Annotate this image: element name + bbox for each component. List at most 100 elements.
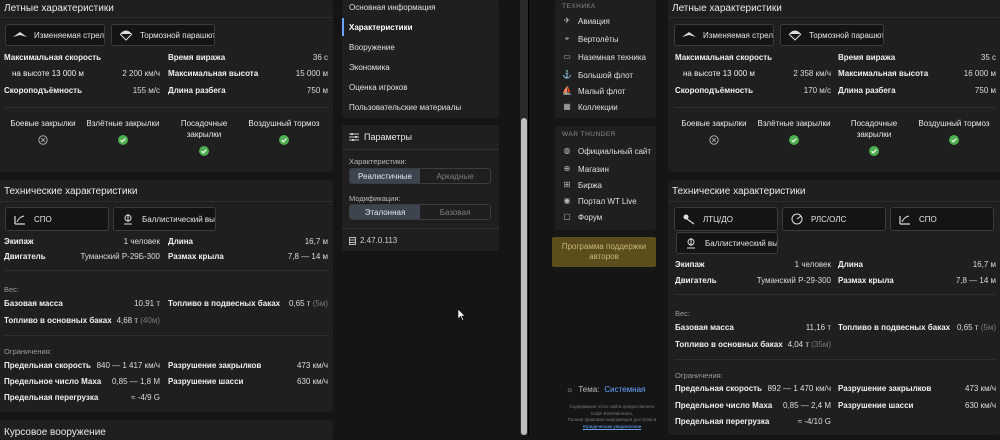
swept-wing-icon (681, 28, 697, 42)
database-icon (349, 236, 356, 245)
menu-rating[interactable]: Оценка игроков (349, 83, 408, 92)
menu-active-indicator (342, 18, 344, 36)
check-circle-icon (949, 135, 959, 145)
nav-coastal[interactable]: ⛵ Малый флот (562, 86, 625, 96)
right-row-alt: на высоте 13 000 м2 358 км/ч (683, 68, 831, 78)
left-row-maxalt: Максимальная высота 15 000 м (168, 68, 328, 78)
menu-characteristics[interactable]: Характеристики (349, 23, 413, 32)
left-next-title: Курсовое вооружение (4, 427, 106, 438)
left-row-gload: Предельная перегрузка ≈ -4/9 G (4, 392, 160, 402)
right-row-basemass: Базовая масса 11,16 т (675, 322, 831, 332)
right-row-podfuel: Топливо в подвесных баках 0,65 т (5м) (838, 322, 996, 332)
nav-market[interactable]: ⊞ Биржа (562, 180, 602, 190)
left-flight-title: Летные характеристики (0, 0, 333, 18)
left-row-maxspeed: Максимальная скорость (4, 52, 102, 62)
right-flight-title: Летные характеристики (668, 0, 1000, 18)
char-label: Характеристики: (349, 157, 407, 166)
theme-value[interactable]: Системная (604, 385, 645, 394)
char-segment[interactable]: Реалистичные Аркадные (349, 168, 491, 184)
opt-basic[interactable]: Базовая (420, 205, 490, 219)
nav-forum[interactable]: ▢ Форум (562, 212, 602, 222)
opt-reference[interactable]: Эталонная (350, 205, 420, 219)
mod-label: Модификация: (349, 194, 401, 203)
left-flap-airbrake: Воздушный тормоз (244, 118, 324, 145)
nav-wtlive[interactable]: ◉ Портал WT Live (562, 196, 637, 206)
right-tech-sep2 (674, 359, 996, 360)
theme-switcher[interactable]: ☼ Тема: Системная (566, 385, 645, 394)
menu-economy[interactable]: Экономика (349, 63, 390, 72)
legal-link[interactable]: Юридическом уведомлении (552, 424, 672, 431)
left-tech-sep1 (4, 270, 329, 271)
left-row-climb: Скороподъёмность 155 м/с (4, 85, 160, 95)
right-chip-parachute[interactable]: Тормозной парашют (780, 24, 884, 46)
params-header: Параметры (349, 132, 412, 142)
left-next-card: Курсовое вооружение (0, 420, 333, 440)
right-flap-landing: Посадочные закрылки (834, 118, 914, 156)
right-chip-ballistic[interactable]: Баллистический вы... (676, 232, 778, 254)
check-circle-icon (118, 135, 128, 145)
menu-user-content[interactable]: Пользовательские материалы (349, 103, 461, 112)
right-row-geardestr: Разрушение шасси 630 км/ч (838, 400, 996, 410)
right-flap-airbrake: Воздушный тормоз (914, 118, 994, 145)
left-row-basemass: Базовая масса 10,91 т (4, 298, 160, 308)
cross-circle-icon (709, 135, 719, 145)
menu-basic-info[interactable]: Основная информация (349, 3, 435, 12)
right-flap-takeoff: Взлётные закрылки (754, 118, 834, 145)
nav-official-site[interactable]: ◍ Официальный сайт (562, 146, 652, 156)
laser-rangefinder-icon (681, 212, 697, 226)
right-row-crew: Экипаж 1 человек (675, 259, 831, 269)
right-chip-variable-sweep[interactable]: Изменяемая стрел... (674, 24, 774, 46)
right-limits-header: Ограничения: (675, 371, 723, 380)
nav-collections[interactable]: ▦ Коллекции (562, 102, 618, 112)
right-tech-title: Технические характеристики (668, 180, 1000, 202)
live-icon: ◉ (563, 196, 571, 205)
left-flap-combat: Боевые закрылки (3, 118, 83, 145)
right-chip-laser[interactable]: ЛТЦ/ДО (674, 207, 778, 231)
left-row-flapdestr: Разрушение закрылков 473 км/ч (168, 360, 328, 370)
ballistic-computer-icon (683, 236, 699, 250)
mod-segment[interactable]: Эталонная Базовая (349, 204, 491, 220)
mouse-cursor-icon (457, 308, 466, 323)
left-flap-takeoff: Взлётные закрылки (83, 118, 163, 145)
nav-aviation[interactable]: ✈ Авиация (562, 16, 610, 26)
cart-icon: ⊕ (563, 164, 571, 173)
support-banner[interactable]: Программа поддержки авторов (552, 237, 656, 267)
left-chip-ballistic[interactable]: Баллистический вы... (113, 207, 216, 231)
anchor-icon: ⚓ (562, 70, 572, 79)
left-chip-parachute[interactable]: Тормозной парашют (111, 24, 215, 46)
right-chip-rwr[interactable]: СПО (890, 207, 994, 231)
left-row-wingspan: Размах крыла 7,8 — 14 м (168, 251, 328, 261)
collections-icon: ▦ (563, 102, 571, 111)
right-weight-header: Вес: (675, 309, 691, 318)
params-separator (342, 149, 499, 150)
left-row-mach: Предельное число Маха 0,85 — 1,8 М (4, 376, 160, 386)
menu-armament[interactable]: Вооружение (349, 43, 395, 52)
market-icon: ⊞ (563, 180, 571, 189)
right-row-turn: Время виража 35 с (838, 52, 996, 62)
nav-ground[interactable]: ▭ Наземная техника (562, 52, 646, 62)
tank-icon: ▭ (563, 52, 571, 61)
globe-icon: ◍ (563, 146, 571, 155)
theme-label: Тема: (578, 385, 600, 394)
ballistic-computer-icon (120, 212, 136, 226)
support-label: Программа поддержки авторов (561, 242, 647, 261)
opt-realistic[interactable]: Реалистичные (350, 169, 420, 183)
nav-shop[interactable]: ⊕ Магазин (562, 164, 609, 174)
scrollbar-thumb[interactable] (521, 118, 527, 435)
left-chip-variable-sweep[interactable]: Изменяемая стрел... (5, 24, 105, 46)
opt-arcade[interactable]: Аркадные (420, 169, 490, 183)
nav-helicopters[interactable]: ⌖ Вертолёты (562, 34, 619, 44)
right-chip-radar[interactable]: РЛС/ОЛС (782, 207, 886, 231)
right-row-takeoff: Длина разбега 750 м (838, 85, 996, 95)
left-row-turn: Время виража 36 с (168, 52, 328, 62)
nav-bluewater[interactable]: ⚓ Большой флот (562, 70, 633, 80)
footer-text: Содержимое этого сайта предоставлено Gai… (552, 404, 672, 430)
params-separator-2 (342, 228, 499, 229)
right-row-gload: Предельная перегрузка ≈ -4/10 G (675, 416, 831, 426)
radar-warning-icon (897, 212, 913, 226)
plane-icon: ✈ (563, 16, 571, 25)
version-label: 2.47.0.113 (349, 236, 397, 245)
left-row-geardestr: Разрушение шасси 630 км/ч (168, 376, 328, 386)
left-chip-rwr[interactable]: СПО (5, 207, 109, 231)
parachute-icon (118, 28, 134, 42)
